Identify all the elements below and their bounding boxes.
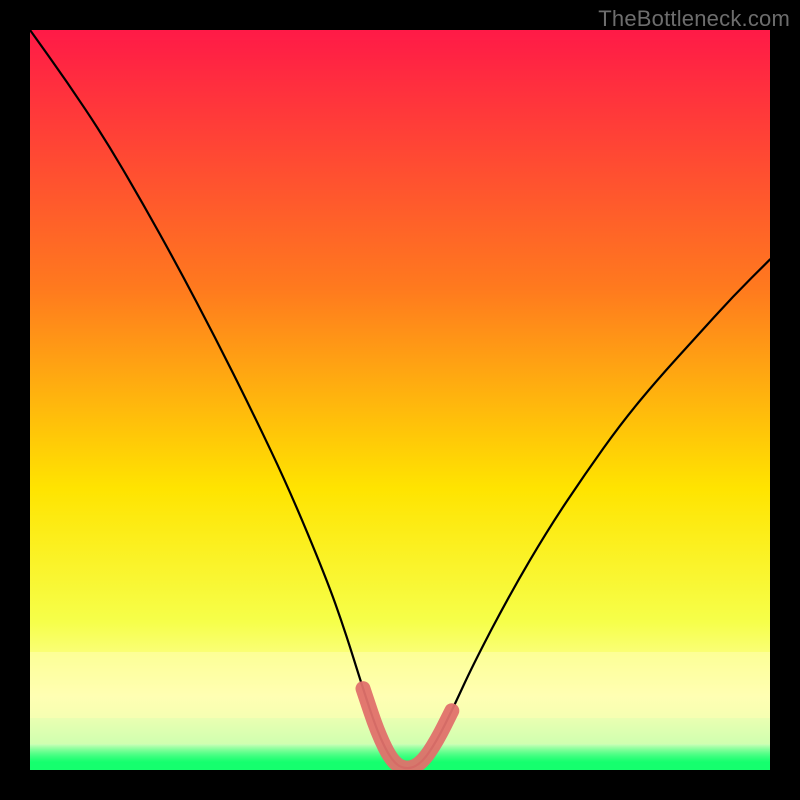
plot-area [30, 30, 770, 770]
watermark-text: TheBottleneck.com [598, 6, 790, 32]
chart-frame: TheBottleneck.com [0, 0, 800, 800]
tolerance-band-path [363, 689, 452, 769]
curve-layer [30, 30, 770, 770]
bottleneck-curve-path [30, 30, 770, 768]
